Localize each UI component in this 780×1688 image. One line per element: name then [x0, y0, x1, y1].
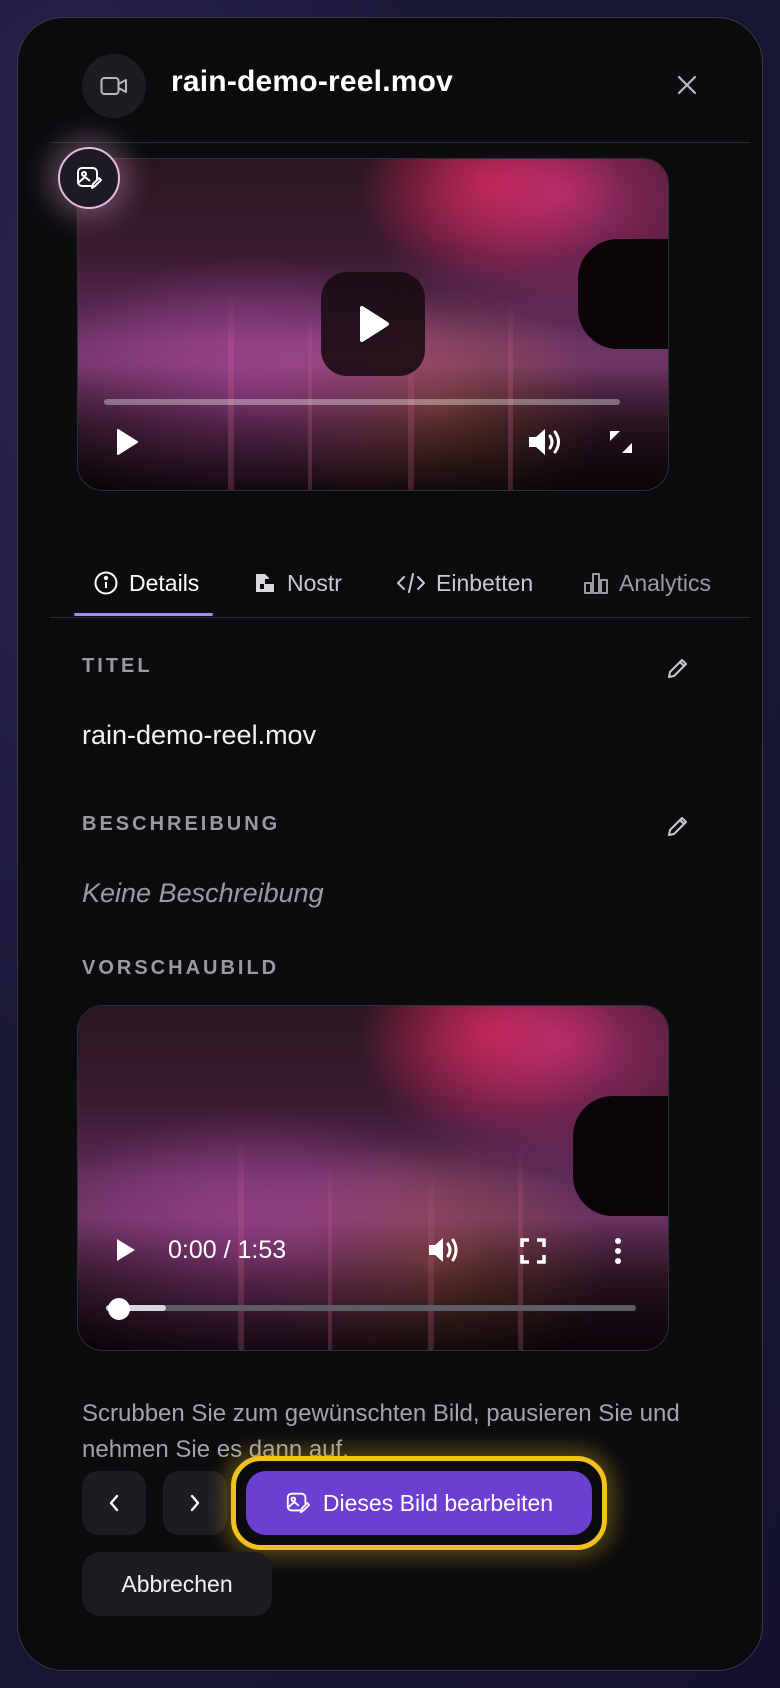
image-edit-icon	[286, 1492, 310, 1514]
fullscreen-icon[interactable]	[518, 1236, 548, 1266]
tab-details[interactable]: Details	[93, 548, 199, 618]
expand-icon[interactable]	[606, 427, 636, 457]
title-value: rain-demo-reel.mov	[82, 720, 317, 750]
description-section-label: BESCHREIBUNG	[82, 813, 281, 835]
thumbnail-play-icon[interactable]	[112, 1235, 140, 1265]
info-icon	[94, 571, 118, 595]
tab-analytics[interactable]: Analytics	[583, 548, 733, 618]
close-icon[interactable]	[672, 70, 702, 100]
tab-nostr[interactable]: Nostr	[253, 548, 342, 618]
thumbnail-scrub-bar[interactable]	[106, 1305, 636, 1311]
big-play-button[interactable]	[321, 272, 425, 376]
active-tab-indicator	[74, 613, 213, 616]
video-camera-icon	[82, 54, 146, 118]
edit-description-pencil-icon[interactable]	[664, 812, 692, 840]
chevron-left-icon	[109, 1494, 119, 1512]
more-options-icon[interactable]	[608, 1235, 628, 1267]
tab-bar: Details Nostr Einbetten Analytics	[18, 548, 762, 620]
chevron-right-icon	[190, 1494, 200, 1512]
tab-details-label: Details	[129, 569, 200, 596]
bar-chart-icon	[584, 573, 608, 594]
edit-thumbnail-badge[interactable]	[58, 147, 120, 209]
video-progress-bar[interactable]	[104, 399, 620, 405]
thumbnail-volume-icon[interactable]	[426, 1234, 462, 1266]
edit-frame-highlight: Dieses Bild bearbeiten	[231, 1456, 607, 1550]
header-divider	[50, 142, 750, 143]
next-frame-button[interactable]	[163, 1471, 227, 1535]
media-details-modal: rain-demo-reel.mov Details Nostr Einbett…	[17, 17, 763, 1671]
previous-frame-button[interactable]	[82, 1471, 146, 1535]
code-icon	[397, 573, 425, 593]
modal-title: rain-demo-reel.mov	[171, 65, 454, 98]
thumbnail-video-player[interactable]: 0:00 / 1:53	[77, 1005, 669, 1351]
title-section-label: TITEL	[82, 655, 153, 677]
tab-einbetten[interactable]: Einbetten	[396, 548, 533, 618]
video-player[interactable]	[77, 158, 669, 491]
edit-this-frame-label: Dieses Bild bearbeiten	[322, 1489, 554, 1516]
modal-header: rain-demo-reel.mov	[18, 18, 762, 144]
thumbnail-section-label: VORSCHAUBILD	[82, 957, 280, 979]
playback-time: 0:00 / 1:53	[168, 1236, 287, 1264]
volume-icon[interactable]	[526, 425, 566, 459]
tab-analytics-label: Analytics	[619, 569, 712, 596]
edit-title-pencil-icon[interactable]	[664, 654, 692, 682]
scrub-handle[interactable]	[108, 1298, 130, 1320]
description-value: Keine Beschreibung	[82, 878, 324, 908]
tabs-divider	[50, 617, 750, 618]
thumbnail-frame	[78, 1006, 668, 1350]
tab-einbetten-label: Einbetten	[436, 569, 534, 596]
nostr-icon	[256, 574, 274, 592]
cancel-button[interactable]: Abbrechen	[82, 1552, 272, 1616]
tab-nostr-label: Nostr	[287, 569, 342, 596]
play-icon[interactable]	[112, 427, 142, 457]
edit-this-frame-button[interactable]: Dieses Bild bearbeiten	[246, 1471, 592, 1535]
